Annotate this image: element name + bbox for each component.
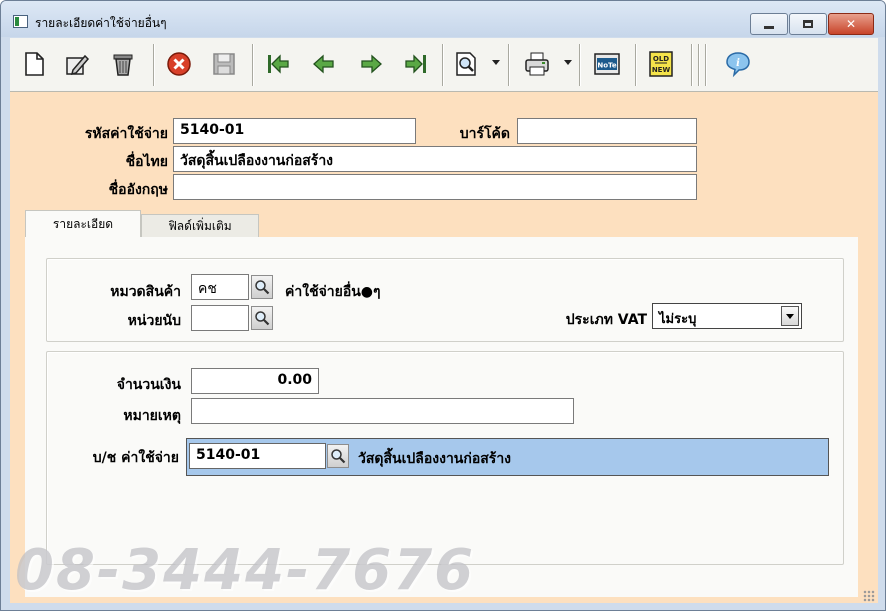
close-icon: ✕ xyxy=(845,17,857,31)
toolbar-separator xyxy=(635,44,637,86)
new-document-icon xyxy=(25,52,44,76)
print-icon xyxy=(525,52,549,76)
search-preview-button[interactable] xyxy=(451,49,481,79)
amount-label: จำนวนเงิน xyxy=(116,377,181,393)
search-preview-icon xyxy=(456,52,476,76)
next-record-button[interactable] xyxy=(356,49,386,79)
english-name-input[interactable] xyxy=(173,174,697,200)
form-area: รหัสค่าใช้จ่าย 5140-01 บาร์โค้ด ชื่อไทย … xyxy=(10,92,878,603)
app-window: รายละเอียดค่าใช้จ่ายอื่นๆ ✕ NoTe OLD NEW… xyxy=(0,0,886,611)
svg-text:NEW: NEW xyxy=(652,66,671,74)
info-button[interactable]: i xyxy=(723,49,753,79)
info-icon: i xyxy=(726,52,750,78)
toolbar-separator xyxy=(691,44,693,86)
magnifier-icon xyxy=(255,280,270,295)
minimize-button[interactable] xyxy=(750,13,788,35)
print-button[interactable] xyxy=(522,49,552,79)
magnifier-icon xyxy=(255,311,270,326)
toolbar-separator xyxy=(252,44,254,86)
last-record-button[interactable] xyxy=(401,49,431,79)
expense-account-input[interactable]: 5140-01 xyxy=(189,443,326,469)
remark-label: หมายเหตุ xyxy=(123,408,181,424)
maximize-button[interactable] xyxy=(789,13,827,35)
first-record-icon xyxy=(268,54,289,74)
barcode-input[interactable] xyxy=(517,118,697,144)
toolbar-separator xyxy=(698,44,700,86)
maximize-icon xyxy=(803,20,813,28)
barcode-label: บาร์โค้ด xyxy=(459,126,510,142)
tab-additional-fields[interactable]: ฟิลด์เพิ่มเติม xyxy=(141,214,259,238)
unit-label: หน่วยนับ xyxy=(127,313,181,329)
amount-input[interactable]: 0.00 xyxy=(191,368,319,394)
old-new-icon: OLD NEW xyxy=(649,51,673,77)
title-bar[interactable]: รายละเอียดค่าใช้จ่ายอื่นๆ ✕ xyxy=(1,1,885,37)
unit-search-button[interactable] xyxy=(251,306,273,330)
edit-button[interactable] xyxy=(62,49,92,79)
toolbar-separator xyxy=(705,44,707,86)
minimize-icon xyxy=(764,25,774,29)
old-new-button[interactable]: OLD NEW xyxy=(646,49,676,79)
delete-trash-icon xyxy=(113,54,133,76)
svg-text:OLD: OLD xyxy=(653,55,669,63)
expense-account-label: บ/ช ค่าใช้จ่าย xyxy=(92,450,179,466)
cancel-icon xyxy=(167,52,191,76)
vat-type-label: ประเภท VAT xyxy=(565,312,647,328)
first-record-button[interactable] xyxy=(263,49,293,79)
window-title: รายละเอียดค่าใช้จ่ายอื่นๆ xyxy=(35,16,167,30)
toolbar: NoTe OLD NEW i xyxy=(10,38,878,92)
category-input[interactable]: คช xyxy=(191,274,249,300)
expense-account-row: 5140-01 วัสดุสิ้นเปลืองงานก่อสร้าง xyxy=(186,438,829,476)
save-disk-icon xyxy=(213,53,235,75)
vat-type-selected-value: ไม่ระบุ xyxy=(659,312,697,327)
last-record-icon xyxy=(405,54,426,74)
previous-record-button[interactable] xyxy=(309,49,339,79)
expense-code-label: รหัสค่าใช้จ่าย xyxy=(84,126,168,142)
resize-grip[interactable] xyxy=(863,590,875,602)
vat-type-select[interactable]: ไม่ระบุ xyxy=(652,303,802,329)
app-window-icon xyxy=(13,15,28,28)
save-button[interactable] xyxy=(209,49,239,79)
new-document-button[interactable] xyxy=(19,49,49,79)
english-name-label: ชื่ออังกฤษ xyxy=(108,182,168,198)
phone-watermark: 08-3444-7676 xyxy=(15,538,476,603)
category-label: หมวดสินค้า xyxy=(110,284,181,300)
toolbar-separator xyxy=(508,44,510,86)
next-record-icon xyxy=(361,54,382,74)
remark-input[interactable] xyxy=(191,398,574,424)
thai-name-label: ชื่อไทย xyxy=(125,154,168,170)
note-button[interactable]: NoTe xyxy=(592,49,622,79)
chevron-down-icon[interactable] xyxy=(781,306,799,326)
expense-code-input[interactable]: 5140-01 xyxy=(173,118,416,144)
thai-name-input[interactable]: วัสดุสิ้นเปลืองงานก่อสร้าง xyxy=(173,146,697,172)
close-window-button[interactable]: ✕ xyxy=(828,13,874,35)
delete-button[interactable] xyxy=(108,49,138,79)
expense-account-description: วัสดุสิ้นเปลืองงานก่อสร้าง xyxy=(358,451,512,467)
category-search-button[interactable] xyxy=(251,275,273,299)
search-dropdown-arrow[interactable] xyxy=(492,60,500,65)
expense-account-search-button[interactable] xyxy=(327,444,349,468)
toolbar-separator xyxy=(442,44,444,86)
unit-input[interactable] xyxy=(191,305,249,331)
svg-text:i: i xyxy=(736,58,740,69)
toolbar-separator xyxy=(579,44,581,86)
cancel-button[interactable] xyxy=(164,49,194,79)
edit-icon xyxy=(66,54,90,76)
svg-text:NoTe: NoTe xyxy=(597,62,617,70)
magnifier-icon xyxy=(331,449,346,464)
print-dropdown-arrow[interactable] xyxy=(564,60,572,65)
category-description: ค่าใช้จ่ายอื่น●ๆ xyxy=(285,284,381,300)
note-icon: NoTe xyxy=(594,53,620,75)
tab-details[interactable]: รายละเอียด xyxy=(25,210,141,238)
previous-record-icon xyxy=(313,54,334,74)
toolbar-separator xyxy=(153,44,155,86)
